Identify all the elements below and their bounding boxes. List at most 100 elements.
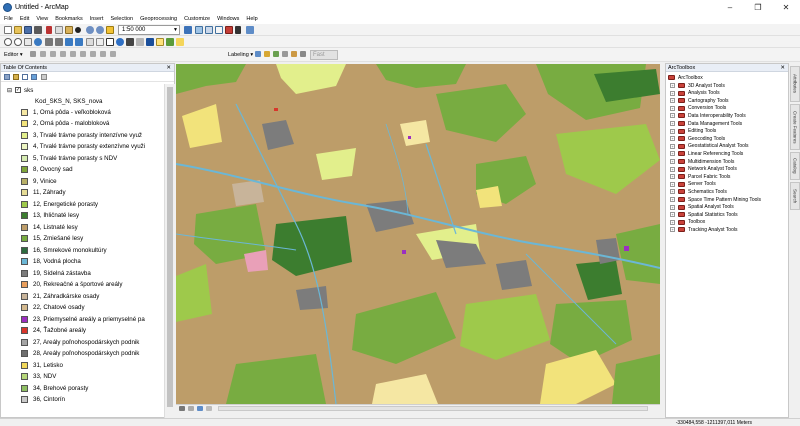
toolbox-item[interactable]: + Network Analyst Tools [670, 166, 737, 173]
legend-swatch[interactable] [21, 361, 28, 369]
maximize-button[interactable]: ❐ [744, 0, 772, 14]
table-of-contents-icon[interactable] [195, 26, 203, 34]
toc-scrollbar-thumb[interactable] [167, 87, 173, 407]
toolbox-item[interactable]: + Multidimension Tools [670, 158, 734, 165]
labeling-menu[interactable]: Labeling ▾ [228, 50, 253, 60]
legend-class-row[interactable]: 8, Ovocný sad [1, 165, 163, 175]
legend-class-row[interactable]: 11, Záhrady [1, 188, 163, 198]
legend-swatch[interactable] [21, 120, 28, 127]
toolbox-item[interactable]: +3D Analyst Tools [670, 82, 725, 89]
toolbox-item[interactable]: + Schematics Tools [670, 188, 727, 195]
legend-class-row[interactable]: 24, Ťažobné areály [1, 326, 163, 336]
collapse-icon[interactable]: ⊟ [7, 87, 12, 94]
data-view-icon[interactable] [179, 406, 185, 411]
expand-icon[interactable]: + [670, 105, 675, 111]
legend-swatch[interactable] [21, 258, 28, 265]
minimize-button[interactable]: – [716, 0, 744, 14]
new-map-icon[interactable] [4, 26, 12, 34]
list-by-visibility-icon[interactable] [22, 74, 28, 80]
legend-class-row[interactable]: 19, Sídelná zástavba [1, 268, 163, 278]
toc-options-icon[interactable] [41, 74, 47, 80]
print-icon[interactable] [34, 26, 42, 34]
legend-swatch[interactable] [21, 177, 28, 185]
label-priority-icon[interactable] [291, 51, 297, 57]
legend-swatch[interactable] [21, 223, 28, 231]
menu-file[interactable]: File [4, 16, 13, 22]
legend-class-row[interactable]: 31, Letisko [1, 360, 163, 370]
side-tab-catalog[interactable]: Catalog [790, 152, 800, 180]
legend-swatch[interactable] [21, 246, 28, 254]
menu-windows[interactable]: Windows [217, 16, 239, 22]
legend-class-row[interactable]: 3, Trvalé trávne porasty intenzívne využ [1, 130, 163, 140]
list-by-drawing-order-icon[interactable] [4, 74, 10, 80]
toolbox-item[interactable]: + Geostatistical Analyst Tools [670, 143, 749, 150]
menu-geoprocessing[interactable]: Geoprocessing [140, 16, 177, 22]
legend-swatch[interactable] [21, 396, 28, 403]
expand-icon[interactable]: + [670, 227, 675, 233]
legend-swatch[interactable] [21, 212, 28, 219]
label-quality-combobox[interactable]: Fast [310, 50, 338, 60]
legend-swatch[interactable] [21, 269, 28, 277]
legend-swatch[interactable] [21, 327, 28, 334]
delete-icon[interactable] [75, 27, 81, 33]
cut-polygons-icon[interactable] [70, 51, 76, 57]
open-icon[interactable] [14, 26, 22, 34]
legend-class-row[interactable]: 27, Areály poľnohospodárskych podnik [1, 337, 163, 347]
legend-swatch[interactable] [21, 166, 28, 173]
side-tab-search[interactable]: Search [790, 182, 800, 210]
straight-segment-icon[interactable] [40, 51, 46, 57]
list-by-source-icon[interactable] [13, 74, 19, 80]
expand-icon[interactable]: + [670, 121, 675, 126]
time-slider-icon[interactable] [166, 38, 174, 46]
menu-view[interactable]: View [36, 16, 48, 22]
side-tab-create-features[interactable]: Create Features [790, 104, 800, 150]
select-features-icon[interactable] [86, 38, 94, 46]
legend-class-row[interactable]: 12, Energetické porasty [1, 199, 163, 209]
expand-icon[interactable]: + [670, 90, 675, 96]
legend-class-row[interactable]: 34, Brehové porasty [1, 383, 163, 393]
redo-icon[interactable] [96, 26, 104, 34]
legend-class-row[interactable]: 13, Ihličnaté lesy [1, 211, 163, 221]
full-extent-icon[interactable] [34, 38, 42, 46]
hyperlink-icon[interactable] [146, 38, 154, 46]
split-icon[interactable] [80, 51, 86, 57]
legend-swatch[interactable] [21, 189, 28, 196]
legend-class-row[interactable]: 21, Záhradkárske osady [1, 291, 163, 301]
arctoolbox-close-icon[interactable]: ✕ [780, 64, 785, 72]
legend-class-row[interactable]: 16, Smrekové monokultúry [1, 245, 163, 255]
label-manager-icon[interactable] [255, 51, 261, 57]
legend-swatch[interactable] [21, 373, 28, 380]
expand-icon[interactable]: + [670, 136, 675, 142]
menu-insert[interactable]: Insert [90, 16, 104, 22]
fixed-zoom-out-icon[interactable] [55, 38, 63, 46]
rotate-icon[interactable] [90, 51, 96, 57]
menu-bookmarks[interactable]: Bookmarks [55, 16, 83, 22]
toc-close-icon[interactable]: ✕ [166, 64, 171, 72]
layer-name[interactable]: sks [24, 87, 33, 94]
editor-menu[interactable]: Editor ▾ [4, 50, 23, 60]
expand-icon[interactable]: + [670, 113, 675, 119]
add-data-icon[interactable] [106, 26, 114, 34]
list-by-selection-icon[interactable] [31, 74, 37, 80]
layer-row-sks[interactable]: ⊟ ✓ sks [1, 85, 163, 95]
legend-class-row[interactable]: 14, Listnaté lesy [1, 222, 163, 232]
toolbox-item[interactable]: + Tracking Analyst Tools [670, 226, 737, 233]
identify-icon[interactable] [116, 38, 124, 46]
forward-extent-icon[interactable] [75, 38, 83, 46]
legend-swatch[interactable] [21, 281, 28, 288]
measure-icon[interactable] [136, 38, 144, 46]
toolbox-item[interactable]: + Spatial Analyst Tools [670, 204, 734, 211]
toolbox-item[interactable]: + Geocoding Tools [670, 135, 725, 142]
expand-icon[interactable]: + [670, 189, 675, 195]
expand-icon[interactable]: + [670, 151, 675, 157]
pause-drawing-icon[interactable] [206, 406, 212, 411]
expand-icon[interactable]: + [670, 219, 675, 225]
zoom-out-icon[interactable] [14, 38, 22, 46]
pan-icon[interactable] [24, 38, 32, 46]
reshape-icon[interactable] [60, 51, 66, 57]
menu-help[interactable]: Help [246, 16, 257, 22]
legend-swatch[interactable] [21, 200, 28, 208]
expand-icon[interactable]: + [670, 212, 675, 218]
legend-swatch[interactable] [21, 143, 28, 150]
toolbox-item[interactable]: + Space Time Pattern Mining Tools [670, 196, 761, 203]
